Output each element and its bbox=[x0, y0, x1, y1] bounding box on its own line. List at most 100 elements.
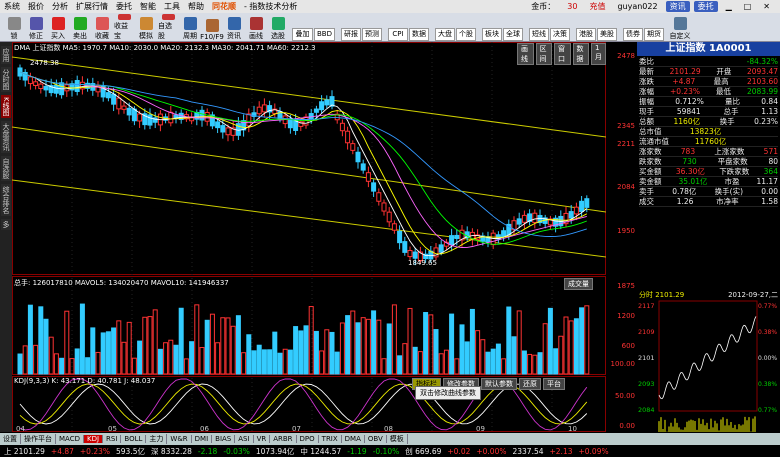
profit-button[interactable]: 收益宝 bbox=[114, 14, 134, 41]
f10-button[interactable]: F10/F9 bbox=[200, 14, 224, 41]
maximize-icon[interactable]: □ bbox=[740, 2, 756, 11]
menu-item-trade[interactable]: 委托 bbox=[112, 1, 136, 12]
menu-item-help[interactable]: 帮助 bbox=[184, 1, 208, 12]
volume-bar bbox=[412, 346, 418, 375]
volume-bar bbox=[85, 357, 91, 375]
period-button[interactable]: 周期 bbox=[180, 14, 200, 41]
menu-item-quotes[interactable]: 报价 bbox=[24, 1, 48, 12]
bond-button[interactable]: 债券 bbox=[623, 28, 643, 41]
news-button[interactable]: 资讯 bbox=[665, 1, 690, 12]
volume-bar bbox=[350, 310, 356, 375]
trade-button[interactable]: 委托 bbox=[693, 1, 718, 12]
lock-button[interactable]: 锁 bbox=[4, 14, 24, 41]
favorite-button[interactable]: 收藏 bbox=[92, 14, 112, 41]
indicator-tab-12[interactable]: ARBR bbox=[270, 435, 297, 443]
volume-bar bbox=[568, 320, 574, 375]
indicator-tab-5[interactable]: BOLL bbox=[121, 435, 147, 443]
nav-market-news[interactable]: 大盘资讯 bbox=[1, 120, 11, 153]
menu-item-tools[interactable]: 工具 bbox=[160, 1, 184, 12]
indicator-tab-3[interactable]: KDJ bbox=[83, 435, 104, 443]
draw-button[interactable]: 画线 bbox=[246, 14, 266, 41]
cpi-button[interactable]: CPI bbox=[388, 28, 408, 41]
nav-timeshare[interactable]: 分时图 bbox=[1, 67, 11, 92]
volume-bar bbox=[454, 358, 460, 375]
simulate-button[interactable]: 模拟 bbox=[136, 14, 156, 41]
candle-body bbox=[220, 125, 226, 133]
decision-button[interactable]: 决策 bbox=[550, 28, 570, 41]
indicator-tab-16[interactable]: OBV bbox=[365, 435, 387, 443]
kdj-tag-default[interactable]: 默认参数 bbox=[481, 378, 517, 390]
tab-window[interactable]: 窗口 bbox=[554, 43, 571, 65]
futures-button[interactable]: 期货 bbox=[644, 28, 664, 41]
buy-button[interactable]: 买入 bbox=[48, 14, 68, 41]
nav-apps[interactable]: 应用 bbox=[1, 46, 11, 64]
indicator-tab-0[interactable]: 设置 bbox=[0, 434, 21, 444]
volume-bar bbox=[324, 329, 330, 375]
overlay-button[interactable]: 叠加 bbox=[292, 28, 313, 41]
indicator-tab-4[interactable]: RSI bbox=[103, 435, 122, 443]
indicator-tab-14[interactable]: TRIX bbox=[319, 435, 342, 443]
chart-area[interactable]: 04 05 06 07 08 09 10 DMA 上证指数 MA5: 1970.7 MA10… bbox=[11, 42, 607, 433]
tab-period[interactable]: 1月 bbox=[591, 43, 606, 65]
chart-svg[interactable]: 04 05 06 07 08 09 10 bbox=[11, 42, 607, 433]
menu-item-analysis[interactable]: 分析 bbox=[48, 1, 72, 12]
indicator-tab-2[interactable]: MACD bbox=[56, 435, 84, 443]
volume-tag[interactable]: 成交量 bbox=[564, 278, 593, 290]
news-tool-button[interactable]: 资讯 bbox=[224, 14, 244, 41]
mini-axis-label: 2109 bbox=[638, 328, 655, 336]
x-axis-label: 05 bbox=[108, 425, 117, 433]
stock-pick-button[interactable]: 选股 bbox=[268, 14, 288, 41]
recharge-link[interactable]: 充值 bbox=[585, 1, 609, 12]
volume-bar bbox=[137, 340, 143, 375]
correct-button[interactable]: 修正 bbox=[26, 14, 46, 41]
indicator-tab-10[interactable]: ASI bbox=[235, 435, 254, 443]
mini-pct-label: 0.77% bbox=[758, 303, 777, 310]
indicator-tab-7[interactable]: W&R bbox=[167, 435, 192, 443]
volume-bar bbox=[261, 349, 267, 375]
nav-kline[interactable]: K线图 bbox=[1, 95, 11, 118]
nav-watchlist[interactable]: 自选股 bbox=[1, 155, 11, 181]
indicator-tab-17[interactable]: 模板 bbox=[387, 434, 408, 444]
nav-more[interactable]: 多 bbox=[1, 218, 11, 230]
data-button[interactable]: 数据 bbox=[409, 28, 429, 41]
group-overlay: 叠加 BBD bbox=[292, 28, 335, 41]
menu-item-system[interactable]: 系统 bbox=[0, 1, 24, 12]
watchlist-button[interactable]: 自选股 bbox=[158, 14, 178, 41]
volume-bar bbox=[17, 353, 23, 375]
quote-label: 换手 bbox=[719, 117, 735, 126]
indicator-tab-8[interactable]: DMI bbox=[192, 435, 213, 443]
indicator-tab-9[interactable]: BIAS bbox=[212, 435, 236, 443]
market-button[interactable]: 大盘 bbox=[435, 28, 455, 41]
volume-bar bbox=[215, 342, 221, 375]
quote-label: 振幅 bbox=[639, 97, 654, 106]
tab-draw[interactable]: 画线 bbox=[517, 43, 534, 65]
forecast-button[interactable]: 预测 bbox=[362, 28, 382, 41]
kdj-tag-restore[interactable]: 还原 bbox=[519, 378, 541, 390]
bbd-button[interactable]: BBD bbox=[314, 28, 335, 41]
research-button[interactable]: 研报 bbox=[341, 28, 361, 41]
menu-item-extended[interactable]: 扩展行情 bbox=[72, 1, 112, 12]
indicator-tab-6[interactable]: 主力 bbox=[146, 434, 168, 444]
volume-bar bbox=[397, 355, 403, 375]
sell-button[interactable]: 卖出 bbox=[70, 14, 90, 41]
indicator-tab-13[interactable]: DPO bbox=[297, 435, 319, 443]
indicator-tab-1[interactable]: 操作平台 bbox=[21, 434, 56, 444]
stock-button[interactable]: 个股 bbox=[456, 28, 476, 41]
volume-bar bbox=[282, 348, 288, 375]
global-button[interactable]: 全球 bbox=[503, 28, 523, 41]
indicator-tab-11[interactable]: VR bbox=[254, 435, 271, 443]
menu-item-smart[interactable]: 智能 bbox=[136, 1, 160, 12]
tab-data[interactable]: 数据 bbox=[572, 43, 589, 65]
nav-ranking[interactable]: 综合排名 bbox=[1, 183, 11, 216]
close-icon[interactable]: ✕ bbox=[759, 2, 774, 11]
custom-button[interactable]: 自定义 bbox=[668, 14, 692, 41]
shortline-button[interactable]: 短线 bbox=[529, 28, 549, 41]
tab-range[interactable]: 区间 bbox=[535, 43, 552, 65]
indicator-tab-15[interactable]: DMA bbox=[342, 435, 365, 443]
us-button[interactable]: 美股 bbox=[597, 28, 617, 41]
kdj-tag-platform[interactable]: 平台 bbox=[543, 378, 565, 390]
sector-button[interactable]: 板块 bbox=[482, 28, 502, 41]
hk-button[interactable]: 港股 bbox=[576, 28, 596, 41]
minimize-icon[interactable]: ▁ bbox=[722, 2, 736, 11]
mini-timeshare[interactable]: 分时 2101.29 2012-09-27,二 2117 2109 2101 2093… bbox=[637, 290, 780, 433]
